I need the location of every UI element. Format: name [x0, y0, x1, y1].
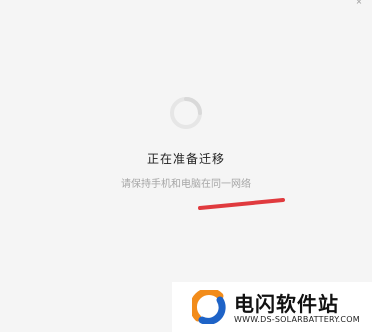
- migration-window: × 正在准备迁移 请保持手机和电脑在同一网络 电闪软件站 WWW.DS-SOLA…: [0, 0, 372, 332]
- watermark-banner: 电闪软件站 WWW.DS-SOLARBATTERY.COM: [172, 282, 372, 332]
- window-controls: ×: [342, 0, 372, 10]
- red-annotation-underline: [198, 198, 285, 210]
- watermark-logo-icon: [192, 290, 226, 324]
- migration-status-subtitle: 请保持手机和电脑在同一网络: [121, 179, 251, 190]
- watermark-brand-text: 电闪软件站: [234, 292, 339, 316]
- close-button[interactable]: ×: [352, 0, 366, 7]
- migration-status-title: 正在准备迁移: [146, 152, 225, 166]
- watermark-url-text: WWW.DS-SOLARBATTERY.COM: [234, 315, 360, 324]
- loading-spinner-icon: [170, 97, 202, 129]
